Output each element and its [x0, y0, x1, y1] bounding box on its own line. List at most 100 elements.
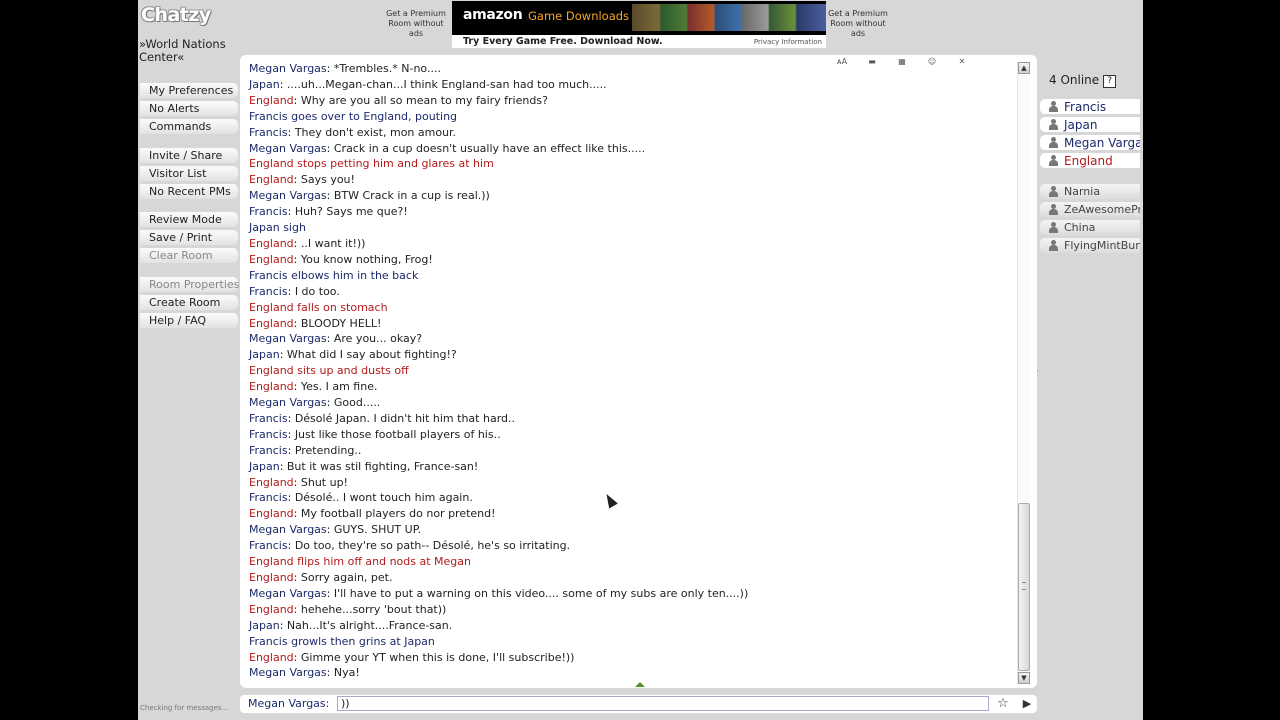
message-sender[interactable]: England [249, 317, 294, 330]
message-sender[interactable]: Japan [249, 460, 280, 473]
chat-message: England: Gimme your YT when this is done… [249, 650, 1019, 666]
no-alerts-button[interactable]: No Alerts [140, 101, 238, 116]
message-sender[interactable]: England [249, 253, 294, 266]
message-sender[interactable]: England [249, 94, 294, 107]
message-separator: : [326, 141, 334, 155]
message-sender[interactable]: Francis [249, 412, 288, 425]
commands-button[interactable]: Commands [140, 119, 238, 134]
offline-user[interactable]: China [1040, 220, 1140, 235]
message-text: Crack in a cup doesn't usually have an e… [333, 141, 646, 155]
message-text: elbows him in the back [291, 268, 419, 282]
message-sender[interactable]: Japan [249, 78, 280, 91]
message-sender[interactable]: Francis [249, 635, 288, 648]
online-user[interactable]: Francis [1040, 99, 1140, 114]
online-user-name: Francis [1064, 99, 1107, 114]
message-sender[interactable]: Megan Vargas [249, 666, 327, 679]
premium-ad-right[interactable]: Get a Premium Room without ads [824, 9, 892, 39]
message-sender[interactable]: Japan [249, 348, 280, 361]
message-sender[interactable]: Megan Vargas [249, 62, 327, 75]
message-sender[interactable]: England [249, 364, 294, 377]
room-title: »World Nations Center« [139, 37, 226, 64]
message-sender[interactable]: Megan Vargas [249, 142, 327, 155]
message-input-row: Megan Vargas: ☆ ▶ [240, 695, 1037, 713]
message-separator: : [287, 491, 295, 505]
visitor-list-button[interactable]: Visitor List [140, 166, 238, 181]
invite-share-button[interactable]: Invite / Share [140, 148, 238, 163]
save-print-button[interactable]: Save / Print [140, 230, 238, 245]
offline-user-name: Narnia [1064, 185, 1101, 198]
clear-room-button: Clear Room [140, 248, 238, 263]
scroll-thumb[interactable] [1018, 503, 1030, 671]
create-room-button[interactable]: Create Room [140, 295, 238, 310]
help-faq-button[interactable]: Help / FAQ [140, 313, 238, 328]
chat-message: Francis: Huh? Says me que?! [249, 204, 1019, 220]
message-sender[interactable]: Japan [249, 619, 280, 632]
message-sender[interactable]: Francis [249, 110, 288, 123]
message-sender[interactable]: England [249, 173, 294, 186]
message-separator: : [293, 380, 301, 394]
message-sender[interactable]: England [249, 476, 294, 489]
online-user[interactable]: Japan [1040, 117, 1140, 132]
message-text: What did I say about fighting!? [286, 348, 457, 362]
recent-pms-button[interactable]: No Recent PMs [140, 184, 238, 199]
star-icon[interactable]: ☆ [993, 696, 1013, 712]
message-sender[interactable]: Francis [249, 126, 288, 139]
message-sender[interactable]: England [249, 237, 294, 250]
message-sender[interactable]: Megan Vargas [249, 587, 327, 600]
message-sender[interactable]: Francis [249, 539, 288, 552]
message-sender[interactable]: England [249, 571, 294, 584]
premium-ad-left[interactable]: Get a Premium Room without ads [382, 9, 450, 39]
chat-message: Japan sigh [249, 220, 1019, 236]
chat-message: Francis: Pretending.. [249, 443, 1019, 459]
send-icon[interactable]: ▶ [1017, 696, 1037, 712]
chat-message: Japan: But it was stil fighting, France-… [249, 459, 1019, 475]
message-text: falls on stomach [297, 300, 388, 314]
message-sender[interactable]: Megan Vargas [249, 189, 327, 202]
chat-message: Japan: ....uh...Megan-chan...I think Eng… [249, 77, 1019, 93]
ad-banner[interactable]: amazon Game Downloads Try Every Game Fre… [452, 1, 826, 48]
online-user[interactable]: England [1040, 153, 1140, 168]
message-sender[interactable]: England [249, 507, 294, 520]
chat-message: England: BLOODY HELL! [249, 316, 1019, 332]
message-sender[interactable]: England [249, 301, 294, 314]
message-separator: : [279, 459, 287, 473]
scroll-down-icon[interactable]: ▼ [1018, 672, 1030, 684]
message-text: goes over to England, pouting [291, 109, 458, 123]
ad-privacy-link[interactable]: Privacy Information [754, 38, 822, 46]
message-sender[interactable]: Megan Vargas [249, 523, 327, 536]
message-sender[interactable]: England [249, 651, 294, 664]
scroll-up-icon[interactable]: ▲ [1018, 62, 1030, 74]
message-sender[interactable]: Francis [249, 285, 288, 298]
message-sender[interactable]: Francis [249, 491, 288, 504]
message-separator: : [287, 539, 295, 553]
message-separator: : [326, 523, 334, 537]
chat-scrollbar[interactable]: ▲ ▼ [1017, 62, 1030, 684]
online-user-name: England [1064, 153, 1113, 168]
chatzy-app: Chatzy »World Nations Center« Get a Prem… [138, 0, 1143, 720]
message-sender[interactable]: Megan Vargas [249, 396, 327, 409]
online-user[interactable]: Megan Varga [1040, 135, 1140, 150]
input-name-label[interactable]: Megan Vargas: [248, 697, 329, 711]
chatzy-logo[interactable]: Chatzy [141, 4, 211, 26]
message-sender[interactable]: Francis [249, 444, 288, 457]
message-sender[interactable]: England [249, 380, 294, 393]
help-icon[interactable]: ? [1103, 75, 1117, 88]
offline-user[interactable]: ZeAwesomePru [1040, 202, 1140, 217]
message-sender[interactable]: Francis [249, 205, 288, 218]
message-sender[interactable]: England [249, 157, 294, 170]
offline-user[interactable]: FlyingMintBunn [1040, 238, 1140, 253]
expand-input-icon[interactable] [635, 682, 645, 687]
offline-user[interactable]: Narnia [1040, 184, 1140, 199]
review-mode-button[interactable]: Review Mode [140, 212, 238, 227]
chat-message: England: hehehe...sorry 'bout that)) [249, 602, 1019, 618]
message-sender[interactable]: England [249, 555, 294, 568]
message-input[interactable] [337, 696, 989, 711]
message-sender[interactable]: Francis [249, 269, 288, 282]
my-preferences-button[interactable]: My Preferences [140, 83, 238, 98]
message-sender[interactable]: Francis [249, 428, 288, 441]
room-properties-button: Room Properties [140, 277, 239, 292]
message-sender[interactable]: Megan Vargas [249, 332, 327, 345]
chat-message: England: Yes. I am fine. [249, 379, 1019, 395]
message-sender[interactable]: Japan [249, 221, 280, 234]
message-sender[interactable]: England [249, 603, 294, 616]
